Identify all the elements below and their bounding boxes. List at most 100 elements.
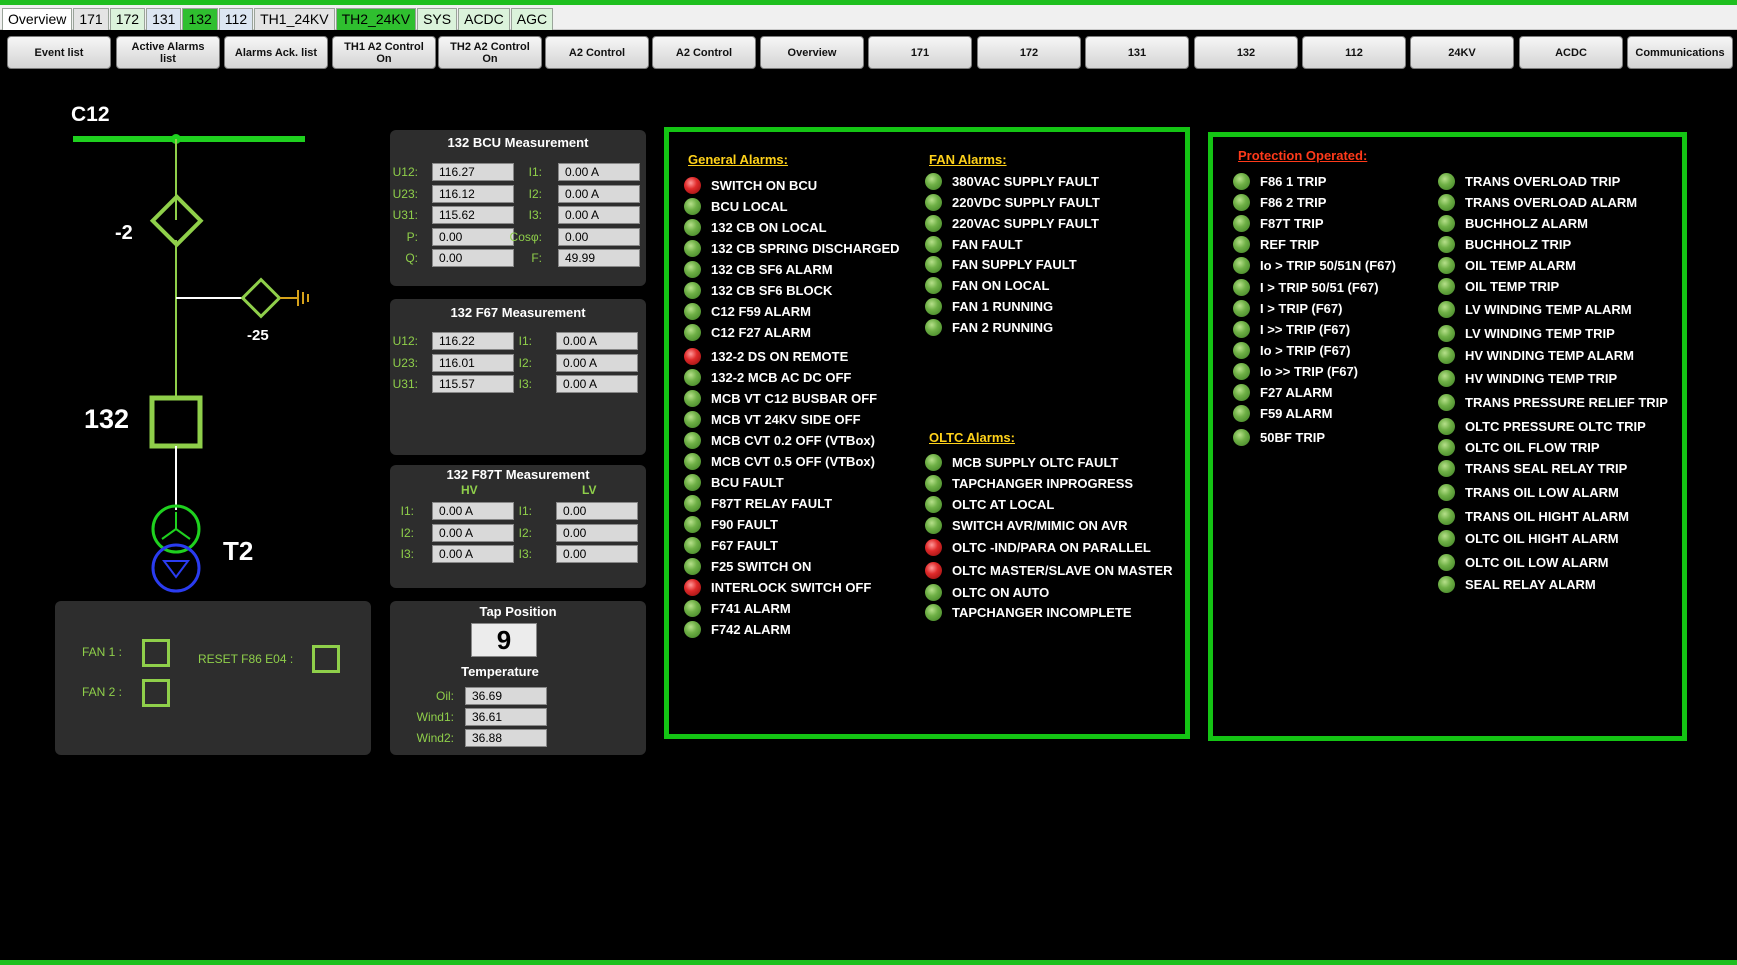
- tap-position-title: Tap Position: [479, 604, 557, 619]
- single-line-diagram: [73, 134, 309, 593]
- general-alarm-label: SWITCH ON BCU: [711, 177, 818, 193]
- general-alarm-status-led-icon: [684, 389, 701, 407]
- tab-171[interactable]: 171: [73, 8, 109, 31]
- general-alarm-status-led-icon: [684, 281, 701, 299]
- protection-col1-label: I > TRIP 50/51 (F67): [1260, 279, 1379, 295]
- circuit-breaker-symbol[interactable]: [149, 395, 203, 449]
- general-alarm-row: C12 F27 ALARM: [684, 322, 811, 342]
- nav-button-1[interactable]: Event list: [7, 36, 111, 69]
- oltc-alarm-label: OLTC MASTER/SLAVE ON MASTER: [952, 562, 1173, 578]
- nav-button-12[interactable]: 132: [1194, 36, 1298, 69]
- general-alarm-label: 132-2 MCB AC DC OFF: [711, 369, 852, 385]
- reset-f86-checkbox[interactable]: [312, 645, 340, 673]
- fan-alarm-row: 220VAC SUPPLY FAULT: [925, 213, 1099, 233]
- nav-button-16[interactable]: Communications: [1627, 36, 1733, 69]
- fan2-checkbox[interactable]: [142, 679, 170, 707]
- general-alarm-label: MCB VT C12 BUSBAR OFF: [711, 390, 878, 406]
- oltc-alarm-label: MCB SUPPLY OLTC FAULT: [952, 454, 1119, 470]
- hv-header: HV: [461, 483, 478, 497]
- fan-alarm-label: 220VAC SUPPLY FAULT: [952, 215, 1099, 231]
- tab-overview[interactable]: Overview: [2, 8, 73, 31]
- protection-col2-row: TRANS OVERLOAD TRIP: [1438, 171, 1620, 191]
- nav-button-9[interactable]: 171: [868, 36, 972, 69]
- general-alarm-status-led-icon: [684, 176, 701, 194]
- f87t-panel-title: 132 F87T Measurement: [446, 467, 590, 482]
- general-alarm-label: BCU LOCAL: [711, 198, 788, 214]
- f67-value-2b: 0.00 A: [556, 353, 638, 372]
- lv-header: LV: [582, 483, 597, 497]
- general-alarm-label: MCB VT 24KV SIDE OFF: [711, 411, 861, 427]
- protection-col1-row: F86 2 TRIP: [1233, 192, 1326, 212]
- temp-value-3: 36.88: [465, 729, 547, 747]
- temp-label-2: Wind1:: [416, 710, 454, 724]
- tab-agc[interactable]: AGC: [510, 8, 554, 31]
- nav-button-7[interactable]: A2 Control: [652, 36, 756, 69]
- fan-alarm-status-led-icon: [925, 276, 942, 294]
- fan1-checkbox[interactable]: [142, 639, 170, 667]
- bcu-label-3b: I3:: [528, 208, 542, 222]
- oltc-alarm-label: TAPCHANGER INCOMPLETE: [952, 604, 1132, 620]
- nav-button-11[interactable]: 131: [1085, 36, 1189, 69]
- tab-172[interactable]: 172: [109, 8, 146, 31]
- nav-button-15[interactable]: ACDC: [1519, 36, 1623, 69]
- fan-alarm-label: 380VAC SUPPLY FAULT: [952, 173, 1099, 189]
- fan-alarms-title: FAN Alarms:: [929, 152, 1007, 167]
- bcu-value-3b: 0.00 A: [558, 206, 640, 224]
- protection-col1-row: REF TRIP: [1233, 234, 1319, 254]
- protection-col2-status-led-icon: [1438, 417, 1455, 435]
- protection-col1-row: F87T TRIP: [1233, 213, 1324, 233]
- f67-measurement-panel: 132 F67 Measurement U12: 116.22 I1: 0.00 AU…: [390, 299, 646, 455]
- protection-col2-status-led-icon: [1438, 300, 1455, 318]
- wye-leg-2: [161, 528, 177, 540]
- tab-131[interactable]: 131: [146, 8, 182, 31]
- tab-112[interactable]: 112: [218, 8, 254, 31]
- general-alarm-status-led-icon: [684, 197, 701, 215]
- protection-col2-status-led-icon: [1438, 369, 1455, 387]
- fan-alarm-label: FAN 1 RUNNING: [952, 298, 1054, 314]
- protection-col2-row: BUCHHOLZ TRIP: [1438, 234, 1571, 254]
- bcu-label-3a: U31:: [392, 208, 418, 222]
- tab-sys[interactable]: SYS: [417, 8, 458, 31]
- general-alarm-row: MCB CVT 0.5 OFF (VTBox): [684, 451, 875, 471]
- general-alarm-row: BCU LOCAL: [684, 196, 788, 216]
- f87t-value-1b: 0.00: [556, 502, 638, 520]
- protection-col1-row: I > TRIP 50/51 (F67): [1233, 277, 1379, 297]
- protection-col2-label: TRANS OVERLOAD TRIP: [1465, 173, 1621, 189]
- earth-switch-symbol[interactable]: [240, 277, 282, 319]
- nav-button-2[interactable]: Active Alarms list: [116, 36, 220, 69]
- protection-col1-label: Io >> TRIP (F67): [1260, 363, 1359, 379]
- general-alarm-row: F90 FAULT: [684, 514, 778, 534]
- oltc-alarm-label: OLTC -IND/PARA ON PARALLEL: [952, 539, 1151, 555]
- fan-alarm-row: FAN 1 RUNNING: [925, 296, 1053, 316]
- tab-132[interactable]: 132: [182, 8, 218, 31]
- protection-col1-status-led-icon: [1233, 320, 1250, 338]
- nav-button-14[interactable]: 24KV: [1410, 36, 1514, 69]
- protection-col2-label: OIL TEMP ALARM: [1465, 257, 1576, 273]
- nav-button-6[interactable]: A2 Control: [545, 36, 649, 69]
- bcu-value-1b: 0.00 A: [558, 163, 640, 181]
- protection-col1-label: F86 1 TRIP: [1260, 173, 1327, 189]
- nav-button-10[interactable]: 172: [977, 36, 1081, 69]
- general-alarm-status-led-icon: [684, 410, 701, 428]
- f87t-label-2a: I2:: [400, 525, 414, 540]
- tab-th1-24kv[interactable]: TH1_24KV: [254, 8, 335, 31]
- protection-col1-status-led-icon: [1233, 235, 1250, 253]
- fan-alarm-label: FAN ON LOCAL: [952, 277, 1050, 293]
- protection-col1-row: F27 ALARM: [1233, 382, 1332, 402]
- nav-button-3[interactable]: Alarms Ack. list: [224, 36, 328, 69]
- protection-col1-status-led-icon: [1233, 362, 1250, 380]
- nav-button-5[interactable]: TH2 A2 Control On: [438, 36, 542, 69]
- nav-button-4[interactable]: TH1 A2 Control On: [332, 36, 436, 69]
- protection-col2-status-led-icon: [1438, 324, 1455, 342]
- protection-col2-label: BUCHHOLZ ALARM: [1465, 215, 1588, 231]
- bcu-value-2a: 116.12: [432, 184, 514, 203]
- nav-button-13[interactable]: 112: [1302, 36, 1406, 69]
- protection-col2-row: OIL TEMP ALARM: [1438, 255, 1576, 275]
- protection-col2-status-led-icon: [1438, 553, 1455, 571]
- fan-alarm-row: FAN SUPPLY FAULT: [925, 254, 1077, 274]
- general-alarm-status-led-icon: [684, 452, 701, 470]
- tab-th2-24kv[interactable]: TH2_24KV: [335, 8, 417, 31]
- bcu-value-4b: 0.00: [558, 227, 640, 246]
- tab-acdc[interactable]: ACDC: [458, 8, 510, 31]
- nav-button-8[interactable]: Overview: [760, 36, 864, 69]
